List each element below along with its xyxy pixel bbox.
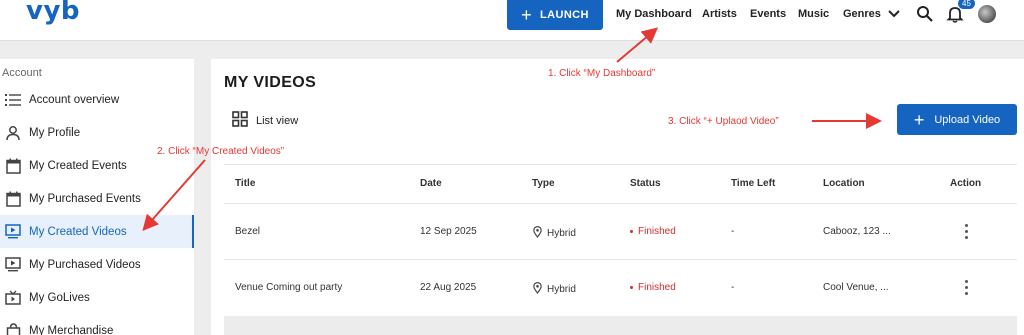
sidebar-item-label: My Merchandise <box>29 324 114 335</box>
upload-video-button[interactable]: + Upload Video <box>897 104 1017 135</box>
sidebar-item-account-overview[interactable]: Account overview <box>0 83 194 116</box>
bag-icon <box>4 322 22 335</box>
sidebar-item-label: My Created Videos <box>29 225 127 238</box>
grid-icon <box>232 111 248 130</box>
cell-date: 12 Sep 2025 <box>420 226 477 237</box>
tv-icon <box>4 289 22 307</box>
location-pin-icon <box>533 282 542 297</box>
launch-button[interactable]: + LAUNCH <box>507 0 603 30</box>
sidebar-item-my-created-videos[interactable]: My Created Videos <box>0 215 194 248</box>
list-view-label: List view <box>256 114 299 127</box>
type-label: Hybrid <box>547 284 576 296</box>
status-label: Finished <box>638 226 676 237</box>
person-icon <box>4 124 22 142</box>
status-badge: Finished <box>630 226 676 237</box>
nav-events[interactable]: Events <box>750 8 786 20</box>
type-label: Hybrid <box>547 228 576 240</box>
cell-time-left: - <box>731 226 735 237</box>
plus-icon: + <box>521 5 533 25</box>
cell-title[interactable]: Venue Coming out party <box>235 282 342 293</box>
nav-music[interactable]: Music <box>798 8 829 20</box>
top-bar: vyb + LAUNCH My Dashboard Artists Events… <box>0 0 1024 41</box>
annotation-step-2: 2. Click “My Created Videos” <box>157 146 285 157</box>
sidebar-item-label: My Profile <box>29 126 81 139</box>
logo[interactable]: vyb <box>26 0 80 26</box>
upload-video-label: Upload Video <box>934 113 1001 126</box>
sidebar-item-label: My Purchased Events <box>29 192 141 205</box>
nav-artists[interactable]: Artists <box>702 8 737 20</box>
sidebar-item-my-merchandise[interactable]: My Merchandise <box>0 314 194 335</box>
launch-label: LAUNCH <box>540 9 589 21</box>
table-divider <box>224 259 1017 260</box>
more-actions-icon[interactable] <box>963 280 969 295</box>
column-header-location[interactable]: Location <box>823 178 865 189</box>
column-header-time-left[interactable]: Time Left <box>731 178 775 189</box>
main-panel <box>211 59 1024 335</box>
notification-badge: 45 <box>958 0 975 9</box>
calendar-icon <box>4 190 22 208</box>
video-icon <box>4 223 22 241</box>
status-label: Finished <box>638 282 676 293</box>
cell-time-left: - <box>731 282 735 293</box>
sidebar-heading: Account <box>2 67 42 79</box>
sidebar-item-my-golives[interactable]: My GoLives <box>0 281 194 314</box>
sidebar: Account Account overview My Profile My C… <box>0 59 194 335</box>
column-header-title[interactable]: Title <box>235 178 255 189</box>
sidebar-item-my-purchased-events[interactable]: My Purchased Events <box>0 182 194 215</box>
column-header-date[interactable]: Date <box>420 178 442 189</box>
list-view-toggle[interactable]: List view <box>232 111 298 130</box>
page-title: MY VIDEOS <box>224 74 317 91</box>
column-header-type[interactable]: Type <box>532 178 555 189</box>
sidebar-item-my-profile[interactable]: My Profile <box>0 116 194 149</box>
sidebar-item-label: Account overview <box>29 93 120 106</box>
chevron-down-icon[interactable] <box>887 6 901 25</box>
cell-type: Hybrid <box>533 282 576 297</box>
calendar-icon <box>4 157 22 175</box>
annotation-step-3: 3. Click “+ Uplaod Video” <box>668 116 779 127</box>
cell-location: Cabooz, 123 ... <box>823 226 891 237</box>
more-actions-icon[interactable] <box>963 224 969 239</box>
sidebar-item-my-purchased-videos[interactable]: My Purchased Videos <box>0 248 194 281</box>
sidebar-item-label: My Created Events <box>29 159 127 172</box>
cell-title[interactable]: Bezel <box>235 226 260 237</box>
list-icon <box>4 91 22 109</box>
location-pin-icon <box>533 226 542 241</box>
nav-genres[interactable]: Genres <box>843 8 881 20</box>
avatar[interactable] <box>978 5 996 23</box>
cell-location: Cool Venue, ... <box>823 282 889 293</box>
video-icon <box>4 256 22 274</box>
search-icon[interactable] <box>916 5 934 28</box>
annotation-step-1: 1. Click “My Dashboard” <box>548 68 656 79</box>
column-header-action: Action <box>950 178 982 189</box>
cell-date: 22 Aug 2025 <box>420 282 477 293</box>
table-divider <box>224 164 1017 165</box>
plus-icon: + <box>913 109 925 130</box>
sidebar-item-label: My Purchased Videos <box>29 258 141 271</box>
table-divider <box>224 203 1017 204</box>
cell-type: Hybrid <box>533 226 576 241</box>
table-footer <box>224 316 1017 335</box>
nav-my-dashboard[interactable]: My Dashboard <box>616 8 692 20</box>
column-header-status[interactable]: Status <box>630 178 661 189</box>
status-badge: Finished <box>630 282 676 293</box>
sidebar-item-label: My GoLives <box>29 291 90 304</box>
